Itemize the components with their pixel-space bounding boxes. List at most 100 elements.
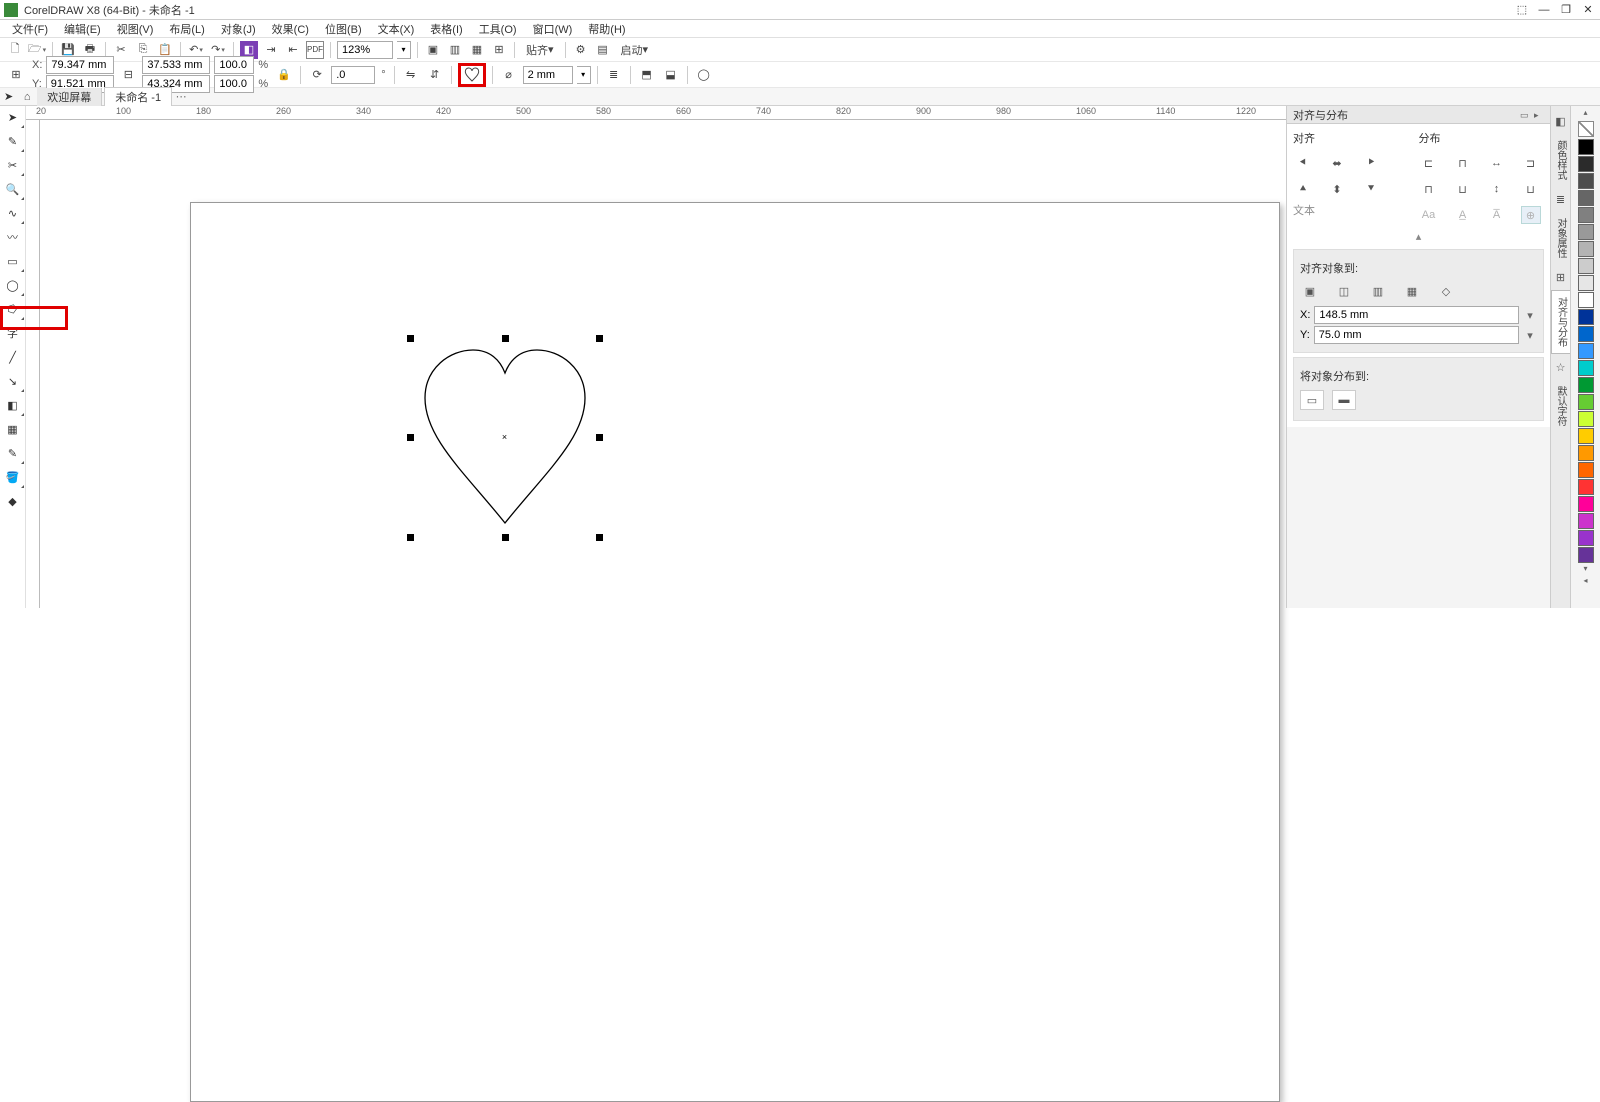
star-icon[interactable]: ☆ — [1553, 359, 1569, 375]
home-tab-icon[interactable]: ⌂ — [19, 91, 35, 103]
transparency-tool[interactable]: ▦ — [4, 420, 22, 438]
ellipse-tool[interactable]: ◯ — [4, 276, 22, 294]
color-swatch[interactable] — [1578, 462, 1594, 478]
color-swatch[interactable] — [1578, 224, 1594, 240]
ruler-horizontal[interactable]: 2010018026034042050058066074082090098010… — [26, 106, 1286, 120]
object-x-input[interactable] — [46, 56, 114, 74]
drop-shadow-tool[interactable]: ◧ — [4, 396, 22, 414]
crop-tool[interactable]: ✂ — [4, 156, 22, 174]
menu-effects[interactable]: 效果(C) — [264, 20, 317, 38]
stepper-icon[interactable]: ▾ — [1523, 329, 1537, 342]
outline-width-dropdown[interactable]: ▾ — [577, 66, 591, 84]
color-swatch[interactable] — [1578, 309, 1594, 325]
color-swatch[interactable] — [1578, 411, 1594, 427]
menu-object[interactable]: 对象(J) — [213, 20, 264, 38]
dist-bottom-button[interactable]: ⊔ — [1521, 180, 1541, 198]
menu-view[interactable]: 视图(V) — [109, 20, 162, 38]
color-swatch[interactable] — [1578, 513, 1594, 529]
selection-handle-nw[interactable] — [407, 335, 414, 342]
freehand-tool[interactable]: ∿ — [4, 204, 22, 222]
color-swatch[interactable] — [1578, 377, 1594, 393]
collapse-arrow-icon[interactable]: ▴ — [1293, 228, 1544, 245]
minimize-button[interactable]: — — [1536, 3, 1552, 17]
text-first-line-button[interactable]: A̲ — [1453, 206, 1473, 224]
align-to-active-button[interactable]: ▣ — [1300, 282, 1320, 300]
maximize-button[interactable]: ❐ — [1558, 3, 1574, 17]
color-swatch[interactable] — [1578, 207, 1594, 223]
menu-tools[interactable]: 工具(O) — [471, 20, 525, 38]
grid-button[interactable]: ▦ — [468, 41, 486, 59]
selection-handle-e[interactable] — [596, 434, 603, 441]
color-swatch[interactable] — [1578, 343, 1594, 359]
selection-handle-sw[interactable] — [407, 534, 414, 541]
scale-y-input[interactable] — [214, 75, 254, 93]
palette-down-icon[interactable]: ▾ — [1571, 564, 1600, 576]
docker-collapse-icon[interactable]: ▸ — [1534, 110, 1544, 120]
close-button[interactable]: ✕ — [1580, 3, 1596, 17]
color-swatch[interactable] — [1578, 190, 1594, 206]
stepper-icon[interactable]: ▾ — [1523, 309, 1537, 322]
color-swatch[interactable] — [1578, 547, 1594, 563]
align-to-point-button[interactable]: ◇ — [1436, 282, 1456, 300]
color-swatch[interactable] — [1578, 292, 1594, 308]
ruler-vertical[interactable] — [26, 120, 40, 608]
selection-handle-n[interactable] — [502, 335, 509, 342]
use-outline-button[interactable]: ⊕ — [1521, 206, 1541, 224]
vtab-object-properties[interactable]: 对象属性 — [1551, 212, 1570, 264]
to-back-button[interactable]: ⬓ — [661, 65, 681, 85]
pick-tool[interactable]: ➤ — [4, 108, 22, 126]
no-color-swatch[interactable] — [1578, 121, 1594, 137]
menu-layout[interactable]: 布局(L) — [161, 20, 212, 38]
color-swatch[interactable] — [1578, 173, 1594, 189]
selected-heart-shape[interactable]: × — [410, 338, 600, 538]
dist-right-button[interactable]: ⊐ — [1521, 154, 1541, 172]
align-center-v-button[interactable]: ⬍ — [1327, 180, 1347, 198]
guidelines-button[interactable]: ⊞ — [490, 41, 508, 59]
color-swatch[interactable] — [1578, 258, 1594, 274]
pick-tool-tabicon[interactable]: ➤ — [4, 90, 13, 103]
perfect-shape-picker[interactable] — [458, 63, 486, 87]
color-swatch[interactable] — [1578, 241, 1594, 257]
align-to-page-center-button[interactable]: ▥ — [1368, 282, 1388, 300]
color-swatch[interactable] — [1578, 530, 1594, 546]
mirror-horizontal-button[interactable]: ⇋ — [401, 65, 421, 85]
tab-overflow[interactable]: ⋯ — [174, 90, 188, 103]
parallel-dimension-tool[interactable]: ╱ — [4, 348, 22, 366]
rotation-input[interactable] — [331, 66, 375, 84]
menu-text[interactable]: 文本(X) — [370, 20, 423, 38]
convert-to-curves-button[interactable]: ◯ — [694, 65, 714, 85]
new-doc-button[interactable]: 🗋 — [6, 41, 24, 59]
align-x-input[interactable] — [1314, 306, 1519, 324]
color-swatch[interactable] — [1578, 394, 1594, 410]
cut-button[interactable]: ✂ — [112, 41, 130, 59]
rulers-button[interactable]: ▥ — [446, 41, 464, 59]
options-button[interactable]: ⚙ — [572, 41, 590, 59]
selection-handle-se[interactable] — [596, 534, 603, 541]
vtab-default-font[interactable]: 默认字符 — [1551, 380, 1570, 432]
fullscreen-button[interactable]: ▣ — [424, 41, 442, 59]
color-swatch[interactable] — [1578, 156, 1594, 172]
dist-center-v-button[interactable]: ⊔ — [1453, 180, 1473, 198]
selection-handle-ne[interactable] — [596, 335, 603, 342]
canvas[interactable]: × — [40, 120, 1286, 608]
tab-document[interactable]: 未命名 -1 — [104, 87, 172, 106]
dist-to-page-button[interactable]: ▬ — [1332, 390, 1356, 410]
wrap-text-button[interactable]: ≣ — [604, 65, 624, 85]
color-swatch[interactable] — [1578, 479, 1594, 495]
color-swatch[interactable] — [1578, 360, 1594, 376]
dist-center-h-button[interactable]: ⊓ — [1453, 154, 1473, 172]
menu-help[interactable]: 帮助(H) — [580, 20, 633, 38]
text-baseline-button[interactable]: Aa — [1419, 206, 1439, 224]
dist-spacing-v-button[interactable]: ↕ — [1487, 180, 1507, 198]
smart-fill-tool[interactable]: ◆ — [4, 492, 22, 510]
dist-spacing-h-button[interactable]: ↔ — [1487, 154, 1507, 172]
publish-button[interactable]: ⇤ — [284, 41, 302, 59]
dist-to-selection-button[interactable]: ▭ — [1300, 390, 1324, 410]
selection-handle-w[interactable] — [407, 434, 414, 441]
color-swatch[interactable] — [1578, 326, 1594, 342]
docker-title-bar[interactable]: 对齐与分布 ▭ ▸ — [1287, 106, 1550, 124]
align-center-h-button[interactable]: ⬌ — [1327, 154, 1347, 172]
color-eyedropper-tool[interactable]: ✎ — [4, 444, 22, 462]
connector-tool[interactable]: ↘ — [4, 372, 22, 390]
pdf-button[interactable]: PDF — [306, 41, 324, 59]
